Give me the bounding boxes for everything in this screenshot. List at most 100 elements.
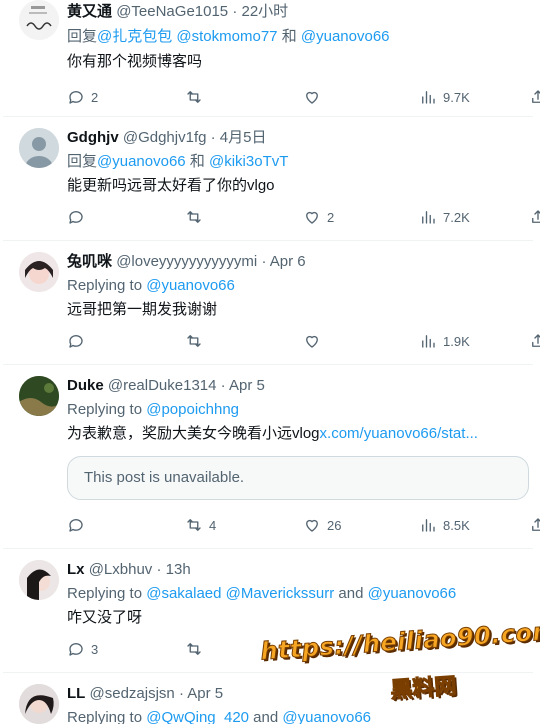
share-icon bbox=[532, 518, 540, 531]
reply-icon bbox=[69, 211, 83, 224]
like-icon bbox=[306, 335, 318, 348]
reply-icon bbox=[69, 335, 83, 348]
reply-icon bbox=[69, 519, 83, 532]
separator: · bbox=[232, 3, 238, 20]
like-button[interactable] bbox=[303, 86, 327, 108]
user-handle[interactable]: @realDuke1314 bbox=[108, 377, 217, 394]
retweet-button[interactable] bbox=[185, 86, 209, 108]
reply-button[interactable] bbox=[67, 514, 91, 536]
separator: · bbox=[178, 685, 184, 702]
display-name[interactable]: Duke bbox=[67, 377, 104, 394]
user-handle[interactable]: @Gdghjv1fg bbox=[123, 129, 207, 146]
share-button[interactable] bbox=[529, 514, 540, 536]
share-button[interactable] bbox=[529, 206, 540, 228]
tweet-1[interactable]: 黄又通 @TeeNaGe1015 · 22小时 回复@扎克包包 @stokmom… bbox=[3, 0, 540, 117]
avatar[interactable] bbox=[19, 0, 59, 40]
share-button[interactable] bbox=[529, 86, 540, 108]
avatar[interactable] bbox=[19, 684, 59, 724]
display-name[interactable]: Lx bbox=[67, 561, 85, 578]
share-button[interactable] bbox=[529, 330, 540, 352]
display-name[interactable]: 兔叽咪 bbox=[67, 253, 112, 270]
quoted-post-unavailable: This post is unavailable. bbox=[84, 469, 245, 486]
retweet-count: 4 bbox=[209, 517, 217, 533]
views-button[interactable]: 9.7K bbox=[419, 86, 470, 108]
retweet-button[interactable] bbox=[185, 206, 209, 228]
tweet-3[interactable]: 兔叽咪 @loveyyyyyyyyyyymi · Apr 6 Replying … bbox=[3, 240, 540, 365]
replying-to-label: Replying to bbox=[67, 277, 143, 294]
timestamp[interactable]: Apr 5 bbox=[187, 685, 223, 702]
reply-button[interactable]: 2 bbox=[67, 86, 98, 108]
reply-button[interactable]: 3 bbox=[67, 638, 98, 660]
retweet-button[interactable]: 4 bbox=[185, 514, 216, 536]
reply-button[interactable] bbox=[67, 206, 91, 228]
like-icon bbox=[306, 211, 318, 224]
avatar-photo-icon bbox=[19, 560, 59, 600]
mention-link[interactable]: @yuanovo66 bbox=[97, 153, 186, 170]
retweet-icon bbox=[187, 211, 201, 223]
mention-link[interactable]: @sakalaed @Maverickssurr bbox=[146, 585, 334, 602]
default-avatar-icon bbox=[19, 128, 59, 168]
mention-link[interactable]: @yuanovo66 bbox=[146, 277, 235, 294]
mention-link[interactable]: @扎克包包 @stokmomo77 bbox=[97, 28, 278, 45]
retweet-button[interactable] bbox=[185, 638, 209, 660]
like-button[interactable] bbox=[303, 330, 327, 352]
tweet-link[interactable]: x.com/yuanovo66/stat... bbox=[320, 425, 478, 442]
views-button[interactable]: 1.9K bbox=[419, 330, 470, 352]
separator: · bbox=[210, 129, 216, 146]
user-handle[interactable]: @TeeNaGe1015 bbox=[116, 3, 228, 20]
tweet-text: 能更新吗远哥太好看了你的vlgo bbox=[67, 177, 275, 194]
avatar[interactable] bbox=[19, 560, 59, 600]
timestamp[interactable]: 22小时 bbox=[242, 3, 289, 20]
replying-to-label: Replying to bbox=[67, 401, 143, 418]
like-count: 2 bbox=[327, 209, 335, 225]
like-button[interactable]: 26 bbox=[303, 514, 341, 536]
tweet-4[interactable]: Duke @realDuke1314 · Apr 5 Replying to @… bbox=[3, 364, 540, 549]
avatar-photo-icon bbox=[19, 684, 59, 724]
like-button[interactable]: 2 bbox=[303, 206, 334, 228]
display-name[interactable]: Gdghjv bbox=[67, 129, 119, 146]
user-handle[interactable]: @Lxbhuv bbox=[89, 561, 153, 578]
user-handle[interactable]: @sedzajsjsn bbox=[90, 685, 175, 702]
views-icon bbox=[422, 91, 435, 104]
reply-button[interactable] bbox=[67, 330, 91, 352]
retweet-button[interactable] bbox=[185, 330, 209, 352]
retweet-icon bbox=[187, 335, 201, 347]
timestamp[interactable]: Apr 6 bbox=[270, 253, 306, 270]
avatar[interactable] bbox=[19, 376, 59, 416]
mention-link[interactable]: @popoichhng bbox=[146, 401, 239, 418]
replying-to-label: 回复 bbox=[67, 28, 98, 45]
reply-feed: 黄又通 @TeeNaGe1015 · 22小时 回复@扎克包包 @stokmom… bbox=[0, 0, 540, 724]
mention-link[interactable]: @QwQing_420 bbox=[146, 709, 249, 724]
quoted-post-card[interactable]: This post is unavailable. bbox=[67, 456, 529, 500]
avatar[interactable] bbox=[19, 128, 59, 168]
like-count: 26 bbox=[327, 517, 342, 533]
views-button[interactable]: 7.2K bbox=[419, 206, 470, 228]
replying-and: 和 bbox=[189, 153, 205, 170]
reply-icon bbox=[69, 643, 83, 656]
reply-count: 3 bbox=[91, 641, 99, 657]
display-name[interactable]: LL bbox=[67, 685, 85, 702]
retweet-icon bbox=[187, 643, 201, 655]
timestamp[interactable]: 13h bbox=[166, 561, 191, 578]
display-name[interactable]: 黄又通 bbox=[67, 3, 112, 20]
timestamp[interactable]: Apr 5 bbox=[229, 377, 265, 394]
avatar-art-icon bbox=[19, 0, 59, 40]
avatar[interactable] bbox=[19, 252, 59, 292]
mention-link[interactable]: @kiki3oTvT bbox=[209, 153, 288, 170]
mention-link[interactable]: @yuanovo66 bbox=[368, 585, 457, 602]
mention-link[interactable]: @yuanovo66 bbox=[301, 28, 390, 45]
share-icon bbox=[532, 90, 540, 103]
tweet-text: 为表歉意，奖励大美女今晚看小远vlog bbox=[67, 425, 320, 442]
user-handle[interactable]: @loveyyyyyyyyyyymi bbox=[116, 253, 257, 270]
reply-icon bbox=[69, 91, 83, 104]
tweet-text: 你有那个视频博客吗 bbox=[67, 53, 203, 70]
like-icon bbox=[306, 519, 318, 532]
timestamp[interactable]: 4月5日 bbox=[220, 129, 267, 146]
views-icon bbox=[422, 335, 435, 348]
views-button[interactable]: 8.5K bbox=[419, 514, 470, 536]
replying-to-label: 回复 bbox=[67, 153, 98, 170]
retweet-icon bbox=[187, 91, 201, 103]
view-count: 9.7K bbox=[443, 89, 470, 105]
tweet-2[interactable]: Gdghjv @Gdghjv1fg · 4月5日 回复@yuanovo66 和 … bbox=[3, 116, 540, 241]
retweet-icon bbox=[187, 519, 201, 531]
